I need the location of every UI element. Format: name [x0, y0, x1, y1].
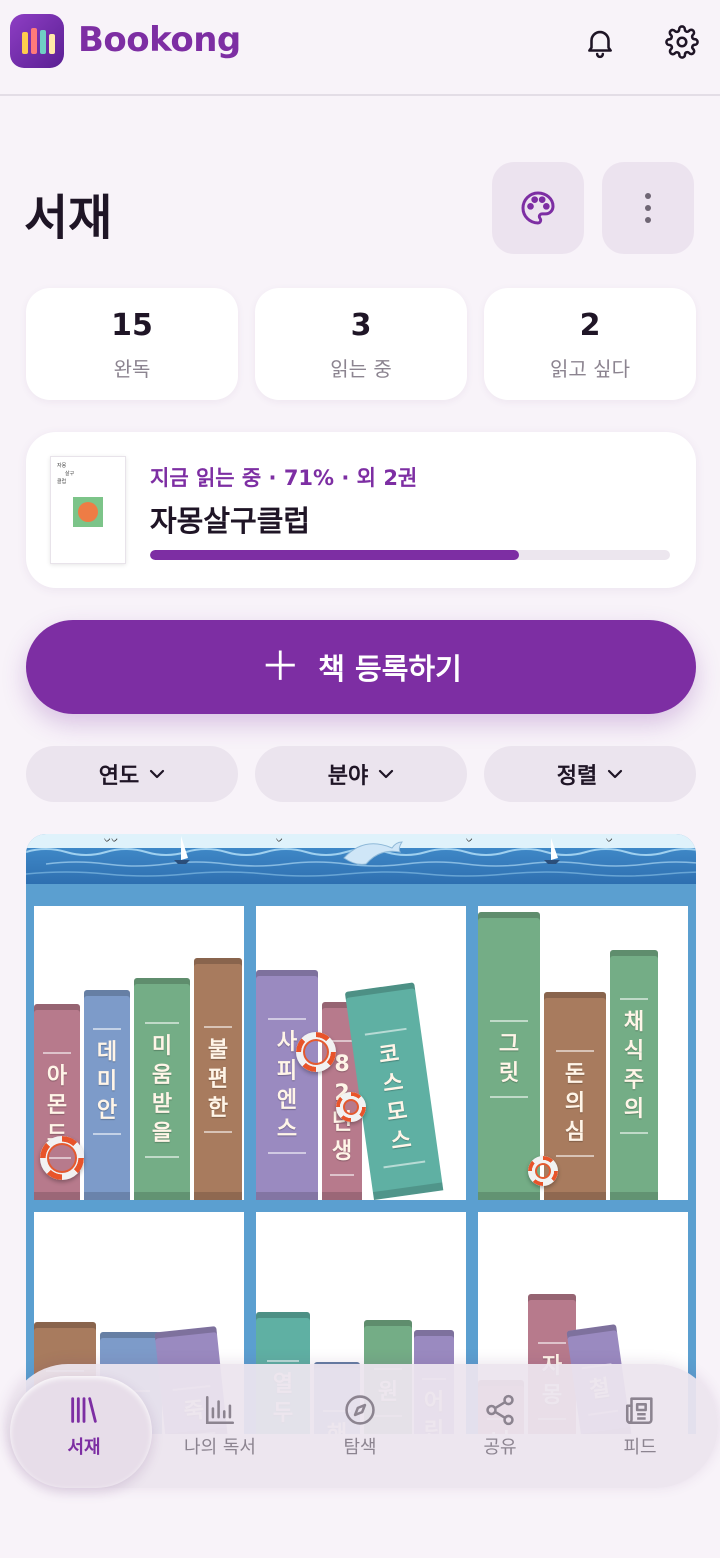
palette-icon	[521, 191, 555, 225]
bookshelf: ᨆᨆ ᨆ ᨆ ᨆ 아몬드데미안미움받을불편한사피엔스82년생코스모스그릿돈의심채…	[26, 834, 696, 1434]
chevron-down-icon	[379, 769, 394, 779]
stat-value: 3	[350, 308, 372, 343]
life-ring-icon	[528, 1156, 558, 1186]
sea-header: ᨆᨆ ᨆ ᨆ ᨆ	[26, 834, 696, 884]
sailboat-icon	[544, 838, 560, 864]
more-options-button[interactable]	[602, 162, 694, 254]
shelf-cell: 아몬드데미안미움받을불편한	[34, 906, 244, 1200]
svg-text:ᨆ: ᨆ	[276, 835, 283, 844]
book-spine-title: 돈의심	[544, 1042, 606, 1165]
filter-year[interactable]: 연도	[26, 746, 238, 802]
current-reading-meta: 지금 읽는 중 · 71% · 외 2권	[150, 466, 418, 490]
newspaper-icon	[625, 1397, 653, 1425]
shelf-cell: 그릿돈의심채식주의	[478, 906, 688, 1200]
nav-tab-feed[interactable]: 피드	[570, 1364, 710, 1488]
share-icon	[486, 1394, 514, 1426]
book-spine-title: 불편한	[194, 1018, 242, 1141]
stat-want-to-read[interactable]: 2 읽고 싶다	[484, 288, 696, 400]
compass-icon	[345, 1395, 375, 1425]
sailboat-icon	[174, 836, 190, 864]
stat-label: 읽고 싶다	[550, 357, 630, 381]
app-name: Bookong	[78, 20, 241, 60]
bottom-navigation: 서재 나의 독서 탐색 공유 피드	[6, 1364, 718, 1488]
top-app-bar: Bookong	[0, 0, 720, 96]
life-ring-icon	[336, 1092, 366, 1122]
page-title: 서재	[24, 190, 113, 246]
nav-tab-share[interactable]: 공유	[430, 1364, 570, 1488]
current-reading-card[interactable]: 자몽 살구 클럽 지금 읽는 중 · 71% · 외 2권 자몽살구클럽	[26, 432, 696, 588]
add-book-button[interactable]: ＋ 책 등록하기	[26, 620, 696, 714]
chevron-down-icon	[150, 769, 165, 779]
plus-icon: ＋	[260, 644, 301, 690]
nav-tab-my-reading[interactable]: 나의 독서	[150, 1364, 290, 1488]
bar-chart-icon	[205, 1395, 235, 1425]
shelf-cell: 사피엔스82년생코스모스	[256, 906, 466, 1200]
book-spine-title: 미움받을	[134, 1014, 190, 1166]
svg-text:ᨆ: ᨆ	[606, 835, 613, 844]
bell-icon[interactable]	[580, 22, 620, 62]
nav-tab-explore[interactable]: 탐색	[290, 1364, 430, 1488]
more-vertical-icon	[645, 193, 651, 223]
life-ring-icon	[296, 1032, 336, 1072]
reading-progress-bar	[150, 550, 670, 560]
book-spine-title: 그릿	[478, 1012, 540, 1106]
shelf-book[interactable]: 사피엔스	[256, 970, 318, 1200]
theme-button[interactable]	[492, 162, 584, 254]
book-cover: 자몽 살구 클럽	[50, 456, 126, 564]
add-book-label: 책 등록하기	[318, 652, 462, 686]
shelf-book[interactable]: 불편한	[194, 958, 242, 1200]
shelf-book[interactable]: 그릿	[478, 912, 540, 1200]
shelf-book[interactable]: 데미안	[84, 990, 130, 1200]
gear-icon[interactable]	[662, 22, 702, 62]
shelf-book[interactable]: 채식주의	[610, 950, 658, 1200]
stat-label: 완독	[113, 357, 151, 381]
library-icon	[71, 1397, 97, 1423]
shelf-book[interactable]: 미움받을	[134, 978, 190, 1200]
svg-text:ᨆᨆ: ᨆᨆ	[104, 835, 118, 844]
book-spine-title: 데미안	[84, 1020, 130, 1143]
stat-reading[interactable]: 3 읽는 중	[255, 288, 467, 400]
app-logo-icon	[10, 14, 64, 68]
svg-text:ᨆ: ᨆ	[466, 835, 473, 844]
current-book-title: 자몽살구클럽	[150, 504, 311, 538]
grapefruit-illustration	[73, 497, 103, 527]
stat-finished[interactable]: 15 완독	[26, 288, 238, 400]
chevron-down-icon	[608, 769, 623, 779]
book-spine-title: 채식주의	[610, 990, 658, 1142]
stat-value: 15	[111, 308, 153, 343]
nav-tab-library[interactable]: 서재	[14, 1364, 154, 1488]
stat-value: 2	[579, 308, 601, 343]
reading-progress-fill	[150, 550, 520, 560]
life-ring-icon	[40, 1136, 84, 1180]
stat-label: 읽는 중	[330, 357, 392, 381]
filter-genre[interactable]: 분야	[255, 746, 467, 802]
filter-sort[interactable]: 정렬	[484, 746, 696, 802]
